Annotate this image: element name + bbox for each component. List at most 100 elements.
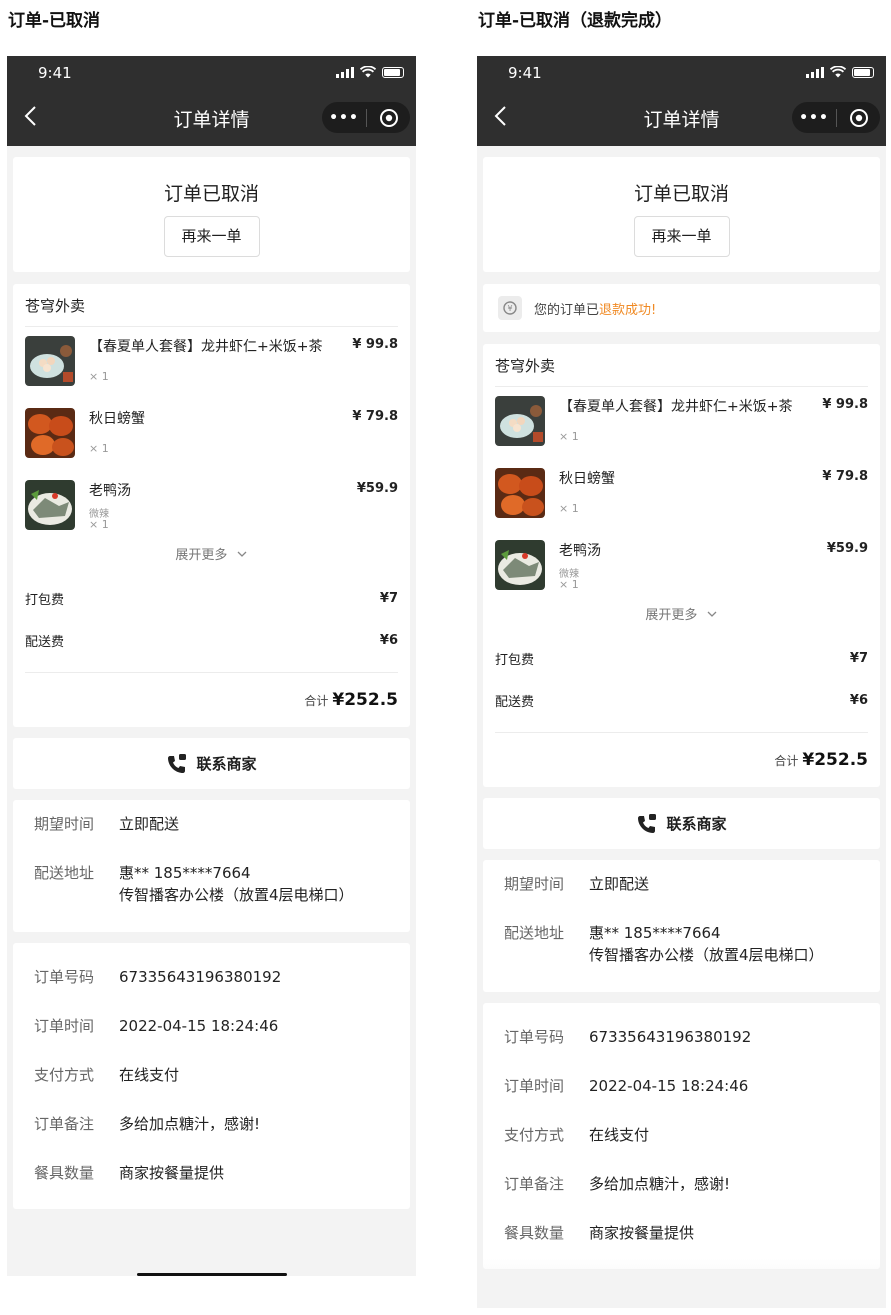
remark-value: 多给加点糖汁，感谢! xyxy=(589,1175,731,1193)
list-item[interactable]: 【春夏单人套餐】龙井虾仁+米饭+茶 × 1 ¥ 99.8 xyxy=(495,387,868,459)
list-item[interactable]: 老鸭汤 微辣 × 1 ¥59.9 xyxy=(495,531,868,603)
expect-time-row: 期望时间 立即配送 xyxy=(483,873,880,922)
wifi-icon xyxy=(830,66,846,78)
dish-quantity: × 1 xyxy=(89,370,109,383)
tableware-value: 商家按餐量提供 xyxy=(589,1224,695,1242)
battery-icon xyxy=(382,66,404,78)
list-item[interactable]: 秋日螃蟹 × 1 ¥ 79.8 xyxy=(495,459,868,531)
status-bar: 9:41 xyxy=(477,56,886,90)
address-contact: 惠** 185****7664 xyxy=(119,864,251,882)
shop-name: 苍穹外卖 xyxy=(495,344,868,387)
expand-more-button[interactable]: 展开更多 xyxy=(495,603,868,637)
expect-time-label: 期望时间 xyxy=(504,875,565,893)
order-number-row: 订单号码 67335643196380192 xyxy=(13,966,410,1015)
total-label: 合计 xyxy=(774,753,799,768)
mini-program-close-icon[interactable] xyxy=(367,108,410,128)
tableware-value: 商家按餐量提供 xyxy=(119,1164,225,1182)
order-time-label: 订单时间 xyxy=(504,1077,565,1095)
order-info-card: 订单号码 67335643196380192 订单时间 2022-04-15 18:… xyxy=(13,943,410,1209)
order-total-row: 合计 ¥252.5 xyxy=(25,672,398,727)
wifi-icon xyxy=(360,66,376,78)
order-number-value: 67335643196380192 xyxy=(119,968,282,986)
dish-quantity: × 1 xyxy=(559,430,579,443)
battery-icon xyxy=(852,66,874,78)
address-label: 配送地址 xyxy=(504,924,565,942)
total-amount: ¥252.5 xyxy=(802,750,868,770)
dish-quantity: × 1 xyxy=(559,578,579,591)
dish-quantity: × 1 xyxy=(559,502,579,515)
dish-name: 秋日螃蟹 xyxy=(559,471,615,487)
frame-heading: 订单-已取消 xyxy=(8,11,101,31)
tableware-row: 餐具数量 商家按餐量提供 xyxy=(13,1162,410,1202)
delivery-fee-row: 配送费 ¥6 xyxy=(25,619,398,661)
more-dots-icon[interactable]: ••• xyxy=(792,110,836,126)
remark-row: 订单备注 多给加点糖汁，感谢! xyxy=(483,1173,880,1222)
dish-image-duck-soup xyxy=(25,480,75,530)
payment-label: 支付方式 xyxy=(34,1066,95,1084)
expect-time-value: 立即配送 xyxy=(589,875,650,893)
phone-screen: 9:41 订单详情 ••• 订单已取消 再来一单 ¥ 您的订单已退款成功! 苍穹… xyxy=(477,56,886,1308)
address-detail: 传智播客办公楼（放置4层电梯口） xyxy=(589,946,824,964)
order-total-row: 合计 ¥252.5 xyxy=(495,732,868,787)
order-number-value: 67335643196380192 xyxy=(589,1028,752,1046)
expect-time-label: 期望时间 xyxy=(34,815,95,833)
payment-row: 支付方式 在线支付 xyxy=(13,1064,410,1113)
status-icons xyxy=(806,66,874,78)
status-time: 9:41 xyxy=(38,64,72,82)
dish-image-shrimp xyxy=(495,396,545,446)
address-value: 惠** 185****7664 传智播客办公楼（放置4层电梯口） xyxy=(589,922,824,966)
list-item[interactable]: 【春夏单人套餐】龙井虾仁+米饭+茶 × 1 ¥ 99.8 xyxy=(25,327,398,399)
dish-name: 【春夏单人套餐】龙井虾仁+米饭+茶 xyxy=(559,399,793,415)
dish-quantity: × 1 xyxy=(89,442,109,455)
expand-more-button[interactable]: 展开更多 xyxy=(25,543,398,577)
dish-image-crab xyxy=(25,408,75,458)
packing-fee-value: ¥7 xyxy=(849,650,868,666)
order-time-row: 订单时间 2022-04-15 18:24:46 xyxy=(13,1015,410,1064)
refund-text: 您的订单已退款成功! xyxy=(534,299,656,318)
signal-icon xyxy=(336,66,354,78)
payment-row: 支付方式 在线支付 xyxy=(483,1124,880,1173)
address-row: 配送地址 惠** 185****7664 传智播客办公楼（放置4层电梯口） xyxy=(483,922,880,966)
phone-screen: 9:41 订单详情 ••• 订单已取消 再来一单 苍穹外卖 【春夏单人套餐】龙井… xyxy=(7,56,416,1276)
delivery-fee-label: 配送费 xyxy=(495,694,535,710)
packing-fee-row: 打包费 ¥7 xyxy=(495,637,868,679)
expect-time-row: 期望时间 立即配送 xyxy=(13,813,410,862)
order-time-label: 订单时间 xyxy=(34,1017,95,1035)
remark-value: 多给加点糖汁，感谢! xyxy=(119,1115,261,1133)
status-icons xyxy=(336,66,404,78)
address-row: 配送地址 惠** 185****7664 传智播客办公楼（放置4层电梯口） xyxy=(13,862,410,906)
order-status-text: 订单已取消 xyxy=(163,183,259,205)
packing-fee-label: 打包费 xyxy=(25,592,65,608)
list-item[interactable]: 秋日螃蟹 × 1 ¥ 79.8 xyxy=(25,399,398,471)
nav-bar: 订单详情 ••• xyxy=(7,90,416,146)
contact-merchant-label: 联系商家 xyxy=(196,755,257,773)
chevron-down-icon xyxy=(237,551,247,557)
mini-program-close-icon[interactable] xyxy=(837,108,880,128)
delivery-fee-label: 配送费 xyxy=(25,634,65,650)
order-status-card: 订单已取消 再来一单 xyxy=(13,157,410,272)
contact-merchant-button[interactable]: 联系商家 xyxy=(483,798,880,849)
packing-fee-label: 打包费 xyxy=(495,652,535,668)
expand-more-label: 展开更多 xyxy=(645,608,698,623)
more-dots-icon[interactable]: ••• xyxy=(322,110,366,126)
order-time-value: 2022-04-15 18:24:46 xyxy=(589,1077,749,1095)
dish-image-crab xyxy=(495,468,545,518)
dish-name: 老鸭汤 xyxy=(559,543,601,559)
contact-merchant-button[interactable]: 联系商家 xyxy=(13,738,410,789)
dish-name: 老鸭汤 xyxy=(89,483,131,499)
reorder-button[interactable]: 再来一单 xyxy=(633,216,730,257)
remark-label: 订单备注 xyxy=(504,1175,565,1193)
refund-icon: ¥ xyxy=(498,296,522,320)
dish-price: ¥ 99.8 xyxy=(352,337,398,352)
tableware-label: 餐具数量 xyxy=(504,1224,565,1242)
list-item[interactable]: 老鸭汤 微辣 × 1 ¥59.9 xyxy=(25,471,398,543)
dish-image-shrimp xyxy=(25,336,75,386)
order-time-row: 订单时间 2022-04-15 18:24:46 xyxy=(483,1075,880,1124)
refund-success-text: 退款成功! xyxy=(599,302,657,318)
reorder-button[interactable]: 再来一单 xyxy=(163,216,260,257)
refund-text-prefix: 您的订单已 xyxy=(534,302,600,318)
dish-name: 【春夏单人套餐】龙井虾仁+米饭+茶 xyxy=(89,339,323,355)
total-label: 合计 xyxy=(304,693,329,708)
contact-merchant-label: 联系商家 xyxy=(666,815,727,833)
delivery-fee-value: ¥6 xyxy=(379,632,398,648)
